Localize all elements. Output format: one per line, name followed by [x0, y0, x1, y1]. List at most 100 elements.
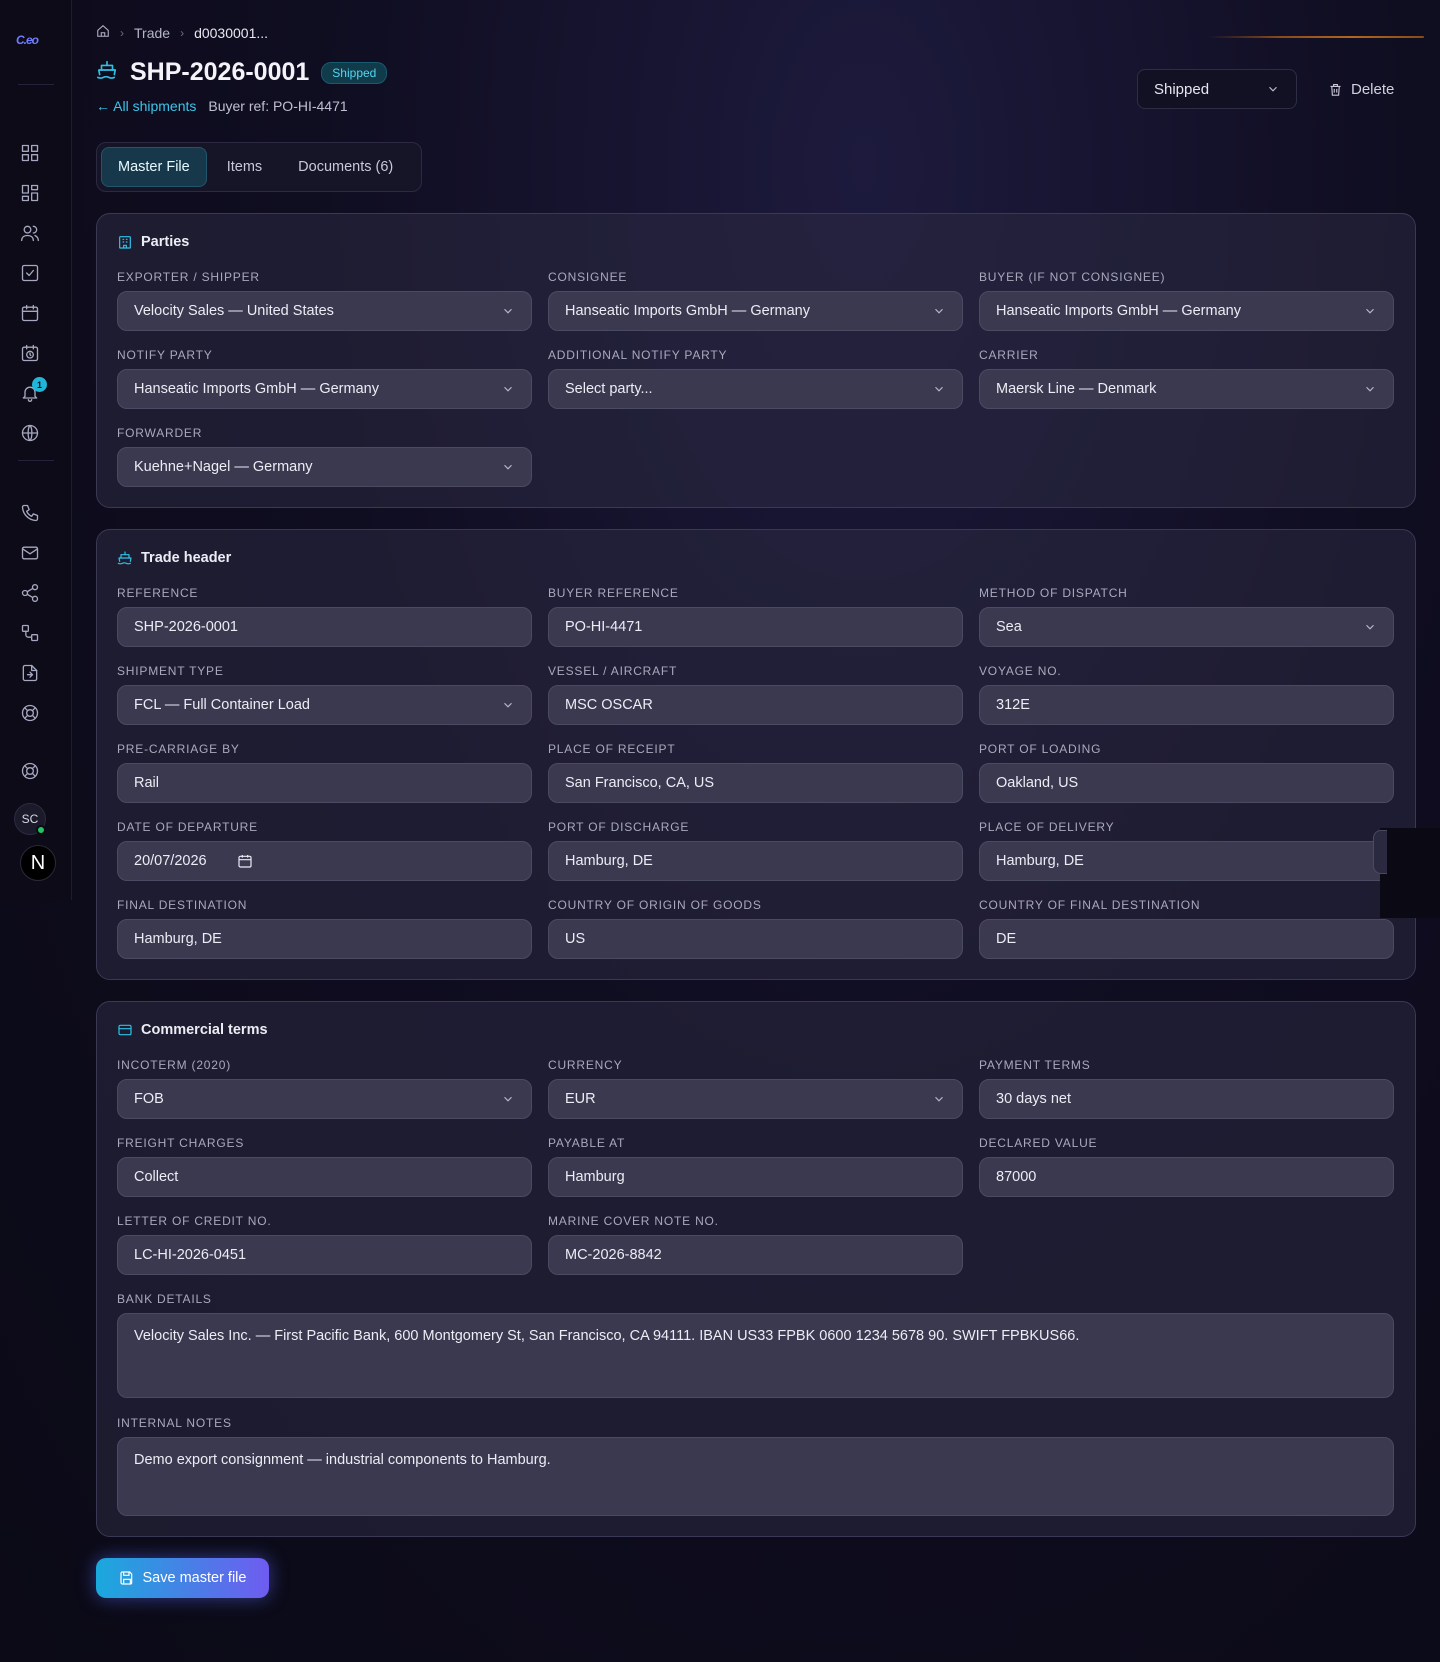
- phone-icon[interactable]: [19, 502, 41, 524]
- exporter-select[interactable]: Velocity Sales — United States: [117, 291, 532, 331]
- marine-input[interactable]: MC-2026-8842: [548, 1235, 963, 1275]
- reference-input[interactable]: SHP-2026-0001: [117, 607, 532, 647]
- tab-items[interactable]: Items: [211, 147, 278, 187]
- shipment-type-select[interactable]: FCL — Full Container Load: [117, 685, 532, 725]
- final-destination-label: Final destination: [117, 898, 248, 912]
- back-link[interactable]: ← All shipments: [96, 98, 196, 114]
- calendar-icon[interactable]: [19, 302, 41, 324]
- departure-date-input[interactable]: 20/07/2026: [117, 841, 532, 881]
- payable-input[interactable]: Hamburg: [548, 1157, 963, 1197]
- receipt-value: San Francisco, CA, US: [565, 775, 715, 791]
- app-logo[interactable]: C.eo: [16, 33, 56, 53]
- home-icon[interactable]: [96, 24, 110, 41]
- breadcrumb-current: d0030001...: [194, 24, 269, 41]
- currency-select[interactable]: EUR: [548, 1079, 963, 1119]
- declared-value: 87000: [996, 1169, 1037, 1185]
- chevron-down-icon: [1366, 386, 1374, 392]
- loading-input[interactable]: Oakland, US: [979, 763, 1394, 803]
- vessel-input[interactable]: MSC OSCAR: [548, 685, 963, 725]
- building-icon: [119, 236, 131, 249]
- breadcrumb-trade[interactable]: Trade: [134, 25, 170, 41]
- tab-master-file[interactable]: Master File: [101, 147, 207, 187]
- discharge-input[interactable]: Hamburg, DE: [548, 841, 963, 881]
- save-master-file-button[interactable]: Save master file: [96, 1558, 269, 1598]
- forwarder-label: Forwarder: [117, 426, 203, 440]
- shipment-type-value: FCL — Full Container Load: [134, 697, 310, 713]
- internal-notes-label: Internal notes: [117, 1416, 232, 1430]
- declared-value-input[interactable]: 87000: [979, 1157, 1394, 1197]
- add-notify-select[interactable]: Select party...: [548, 369, 963, 409]
- origin-input[interactable]: US: [548, 919, 963, 959]
- trade-header-title: Trade header: [141, 550, 232, 566]
- tab-documents[interactable]: Documents (6): [282, 147, 409, 187]
- users-icon[interactable]: [19, 222, 41, 244]
- payment-terms-value: 30 days net: [996, 1091, 1071, 1107]
- lc-input[interactable]: LC-HI-2026-0451: [117, 1235, 532, 1275]
- reference-value: SHP-2026-0001: [134, 619, 238, 635]
- buyer-ref-text: Buyer ref: PO-HI-4471: [208, 98, 348, 114]
- support-icon[interactable]: [19, 702, 41, 724]
- freight-value: Collect: [134, 1169, 179, 1185]
- notify-select[interactable]: Hanseatic Imports GmbH — Germany: [117, 369, 532, 409]
- buyer-reference-input[interactable]: PO-HI-4471: [548, 607, 963, 647]
- commercial-title: Commercial terms: [141, 1022, 268, 1038]
- page-subheader: ← All shipments Buyer ref: PO-HI-4471: [96, 98, 348, 114]
- chevron-down-icon: [935, 308, 943, 314]
- schedule-icon[interactable]: [19, 342, 41, 364]
- exporter-value: Velocity Sales — United States: [134, 303, 334, 319]
- share-icon[interactable]: [19, 582, 41, 604]
- notify-label: Notify party: [117, 348, 213, 362]
- chevron-down-icon: [1366, 624, 1374, 630]
- payment-terms-input[interactable]: 30 days net: [979, 1079, 1394, 1119]
- file-import-icon[interactable]: [19, 662, 41, 684]
- freight-input[interactable]: Collect: [117, 1157, 532, 1197]
- globe-icon[interactable]: [19, 422, 41, 444]
- forwarder-select[interactable]: Kuehne+Nagel — Germany: [117, 447, 532, 487]
- carrier-value: Maersk Line — Denmark: [996, 381, 1157, 397]
- precarriage-label: Pre-carriage by: [117, 742, 240, 756]
- bank-details-textarea[interactable]: Velocity Sales Inc. — First Pacific Bank…: [117, 1313, 1394, 1398]
- bank-details-value: Velocity Sales Inc. — First Pacific Bank…: [134, 1328, 1080, 1344]
- sidebar-divider: [18, 460, 54, 461]
- dispatch-value: Sea: [996, 619, 1022, 635]
- parties-card: Parties Exporter / Shipper Velocity Sale…: [96, 213, 1416, 508]
- internal-notes-textarea[interactable]: Demo export consignment — industrial com…: [117, 1437, 1394, 1516]
- final-country-label: Country of final destination: [979, 898, 1201, 912]
- dispatch-select[interactable]: Sea: [979, 607, 1394, 647]
- carrier-select[interactable]: Maersk Line — Denmark: [979, 369, 1394, 409]
- currency-label: Currency: [548, 1058, 623, 1072]
- precarriage-input[interactable]: Rail: [117, 763, 532, 803]
- commercial-terms-card: Commercial terms Incoterm (2020) FOB Cur…: [96, 1001, 1416, 1537]
- dashboard-icon[interactable]: [19, 142, 41, 164]
- tasks-icon[interactable]: [19, 262, 41, 284]
- dispatch-label: Method of dispatch: [979, 586, 1128, 600]
- chevron-down-icon: [504, 308, 512, 314]
- status-select[interactable]: Shipped: [1137, 69, 1297, 109]
- incoterm-select[interactable]: FOB: [117, 1079, 532, 1119]
- receipt-input[interactable]: San Francisco, CA, US: [548, 763, 963, 803]
- final-country-value: DE: [996, 931, 1017, 947]
- workflow-icon[interactable]: [19, 622, 41, 644]
- help-icon[interactable]: [19, 760, 41, 782]
- delete-button[interactable]: Delete: [1328, 69, 1394, 109]
- shipment-type-label: Shipment type: [117, 664, 224, 678]
- apps-grid-icon[interactable]: [19, 182, 41, 204]
- final-country-input[interactable]: DE: [979, 919, 1394, 959]
- mail-icon[interactable]: [19, 542, 41, 564]
- ship-icon: [117, 551, 132, 565]
- incoterm-value: FOB: [134, 1091, 164, 1107]
- bank-details-label: Bank details: [117, 1292, 212, 1306]
- consignee-select[interactable]: Hanseatic Imports GmbH — Germany: [548, 291, 963, 331]
- next-logo-icon[interactable]: N: [20, 845, 56, 881]
- buyer-select[interactable]: Hanseatic Imports GmbH — Germany: [979, 291, 1394, 331]
- calendar-icon[interactable]: [237, 853, 253, 869]
- delivery-input[interactable]: Hamburg, DE: [979, 841, 1394, 881]
- page-header: SHP-2026-0001 Shipped: [96, 58, 388, 87]
- floating-panel-handle[interactable]: [1373, 830, 1387, 874]
- forwarder-value: Kuehne+Nagel — Germany: [134, 459, 313, 475]
- voyage-input[interactable]: 312E: [979, 685, 1394, 725]
- notification-badge: 1: [32, 377, 47, 392]
- final-destination-input[interactable]: Hamburg, DE: [117, 919, 532, 959]
- save-icon: [119, 1571, 132, 1585]
- breadcrumb: › Trade › d0030001...: [96, 24, 268, 41]
